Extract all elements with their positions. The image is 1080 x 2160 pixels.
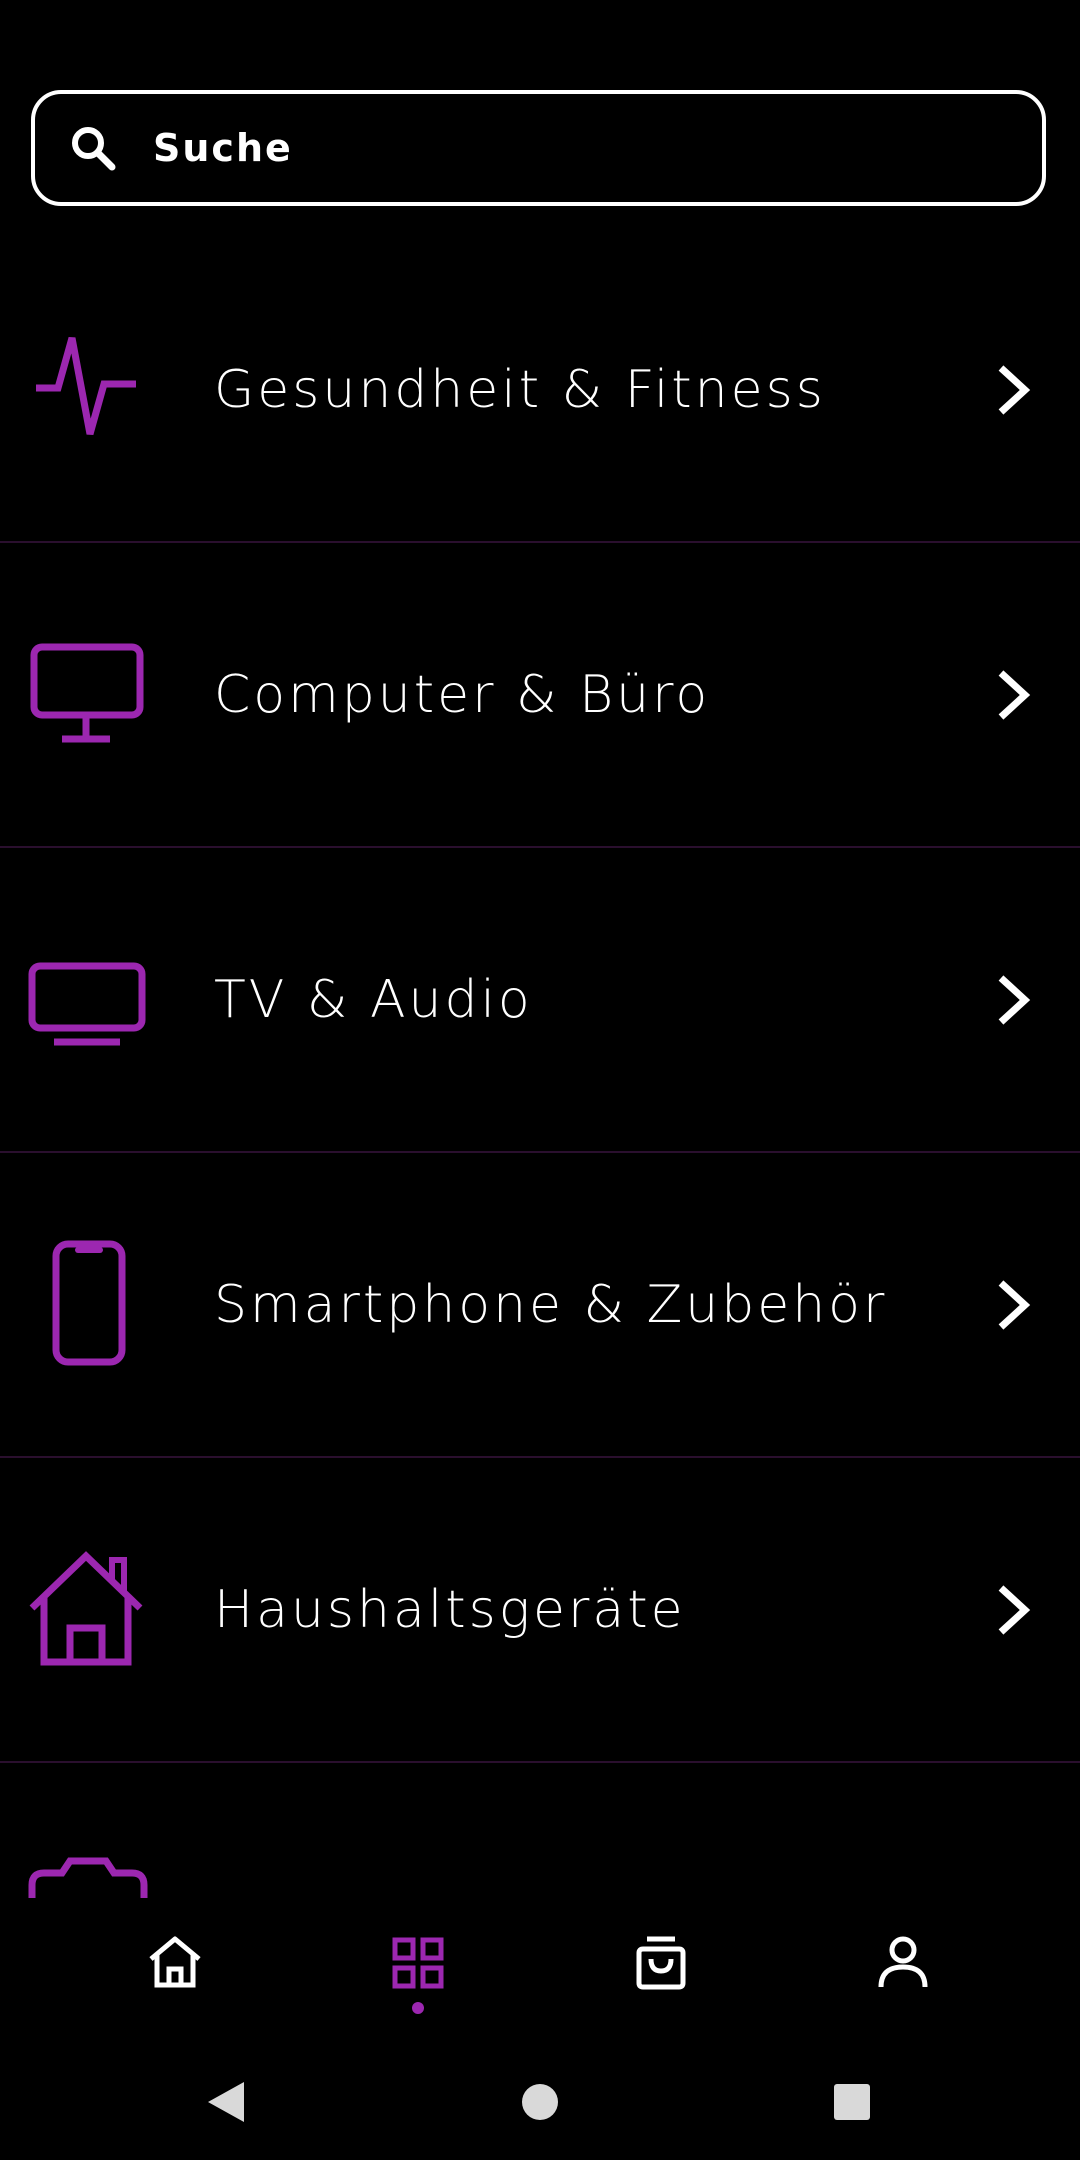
search-input[interactable] [153,126,973,170]
home-icon[interactable] [140,1928,210,1998]
bottom-nav [0,1898,1080,2038]
category-item-smartphone-zubehoer[interactable]: Smartphone & Zubehör [0,1153,1080,1458]
category-list: Gesundheit & Fitness Computer & Büro TV … [0,238,1080,1898]
shopping-bag-icon[interactable] [626,1928,696,1998]
category-label: Gesundheit & Fitness [214,359,826,420]
category-item-haushaltsgeraete[interactable]: Haushaltsgeräte [0,1458,1080,1763]
system-nav-bar [0,2040,1080,2160]
camera-icon [28,1843,148,1898]
chevron-right-icon [988,665,1038,725]
category-item-gesundheit-fitness[interactable]: Gesundheit & Fitness [0,238,1080,543]
category-label: TV & Audio [214,969,533,1030]
smartphone-icon [28,1240,148,1365]
home-circle-icon[interactable] [512,2074,568,2130]
desktop-monitor-icon [28,635,148,755]
house-icon [28,1550,148,1670]
category-item-computer-buero[interactable]: Computer & Büro [0,543,1080,848]
category-label: Smartphone & Zubehör [214,1274,888,1335]
profile-icon[interactable] [868,1928,938,1998]
search-box[interactable] [31,90,1046,206]
active-indicator-dot [412,2002,424,2014]
search-icon [67,122,119,174]
category-item-tv-audio[interactable]: TV & Audio [0,848,1080,1153]
categories-grid-icon[interactable] [383,1928,453,1998]
chevron-right-icon [988,970,1038,1030]
chevron-right-icon [988,1275,1038,1335]
category-item-partial[interactable] [0,1763,1080,1898]
heartbeat-icon [28,330,148,450]
back-icon[interactable] [198,2074,254,2130]
chevron-right-icon [988,360,1038,420]
chevron-right-icon [988,1580,1038,1640]
recents-square-icon[interactable] [824,2074,880,2130]
category-label: Haushaltsgeräte [214,1579,686,1640]
tv-icon [28,940,148,1060]
category-label: Computer & Büro [214,664,711,725]
